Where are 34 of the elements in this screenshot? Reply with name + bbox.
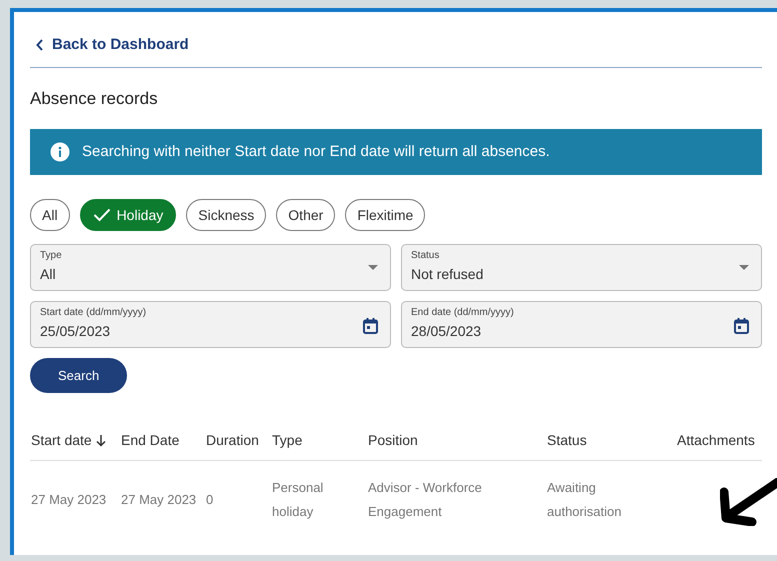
page-title: Absence records	[30, 88, 159, 110]
filter-chip[interactable]: All	[30, 199, 70, 231]
table-cell: 27 May 2023	[121, 492, 196, 507]
table-cell: Awaiting authorisation	[547, 480, 622, 519]
table-cell: Advisor - Workforce Engagement	[368, 480, 482, 519]
calendar-icon[interactable]	[363, 318, 378, 334]
filter-chip[interactable]: Flexitime	[345, 199, 426, 231]
column-header[interactable]: Duration	[206, 430, 272, 451]
column-header[interactable]: Attachments	[677, 430, 763, 451]
select-field[interactable]: Status Not refused	[401, 244, 762, 291]
column-header[interactable]: End Date	[121, 430, 206, 451]
filter-chip[interactable]: Holiday	[80, 199, 176, 231]
back-link[interactable]: Back to Dashboard	[36, 34, 189, 56]
column-header[interactable]: Status	[547, 430, 677, 451]
annotation-arrow	[720, 478, 777, 526]
calendar-icon[interactable]	[734, 318, 749, 334]
info-icon	[50, 142, 70, 162]
chevron-left-icon	[36, 39, 44, 52]
dropdown-caret-icon	[739, 265, 749, 270]
date-field[interactable]: End date (dd/mm/yyyy) 28/05/2023	[401, 301, 762, 348]
table-cell: Personal holiday	[272, 480, 324, 519]
table-cell: 0	[206, 492, 214, 507]
dropdown-caret-icon	[368, 265, 378, 270]
select-field[interactable]: Type All	[30, 244, 391, 291]
search-button[interactable]: Search	[30, 358, 128, 393]
column-header[interactable]: Type	[272, 430, 368, 451]
info-message: Searching with neither Start date nor End date will return all absences.	[82, 142, 550, 162]
filter-chip[interactable]: Other	[276, 199, 336, 231]
filter-chip[interactable]: Sickness	[186, 199, 266, 231]
check-icon	[92, 208, 111, 222]
column-header[interactable]: Start date	[31, 430, 121, 451]
table-cell: 27 May 2023	[31, 492, 106, 507]
date-field[interactable]: Start date (dd/mm/yyyy) 25/05/2023	[30, 301, 391, 348]
column-header[interactable]: Position	[368, 430, 547, 451]
